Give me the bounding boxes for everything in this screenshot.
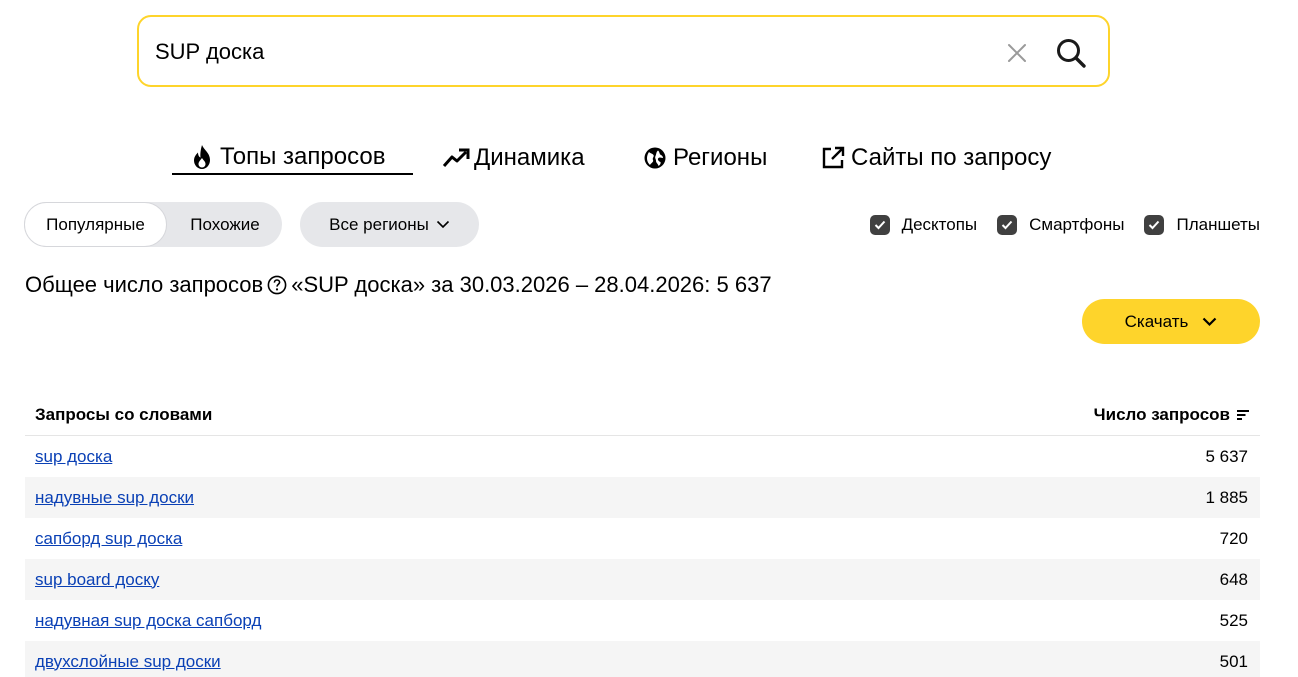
total-value: «SUP доска» за 30.03.2026 – 28.04.2026: … [291,272,772,297]
check-icon [997,215,1018,235]
tab-label: Регионы [673,143,768,171]
queries-table: Запросы со словами Число запросов sup до… [25,394,1260,677]
table-row: сапборд sup доска 720 [25,518,1260,559]
trend-icon [442,144,470,172]
tab-top-queries[interactable]: Топы запросов [172,140,413,175]
chevron-down-icon [436,220,450,229]
tab-label: Топы запросов [220,142,386,170]
device-filters: Десктопы Смартфоны Планшеты [850,214,1260,236]
mode-switch: Популярные Похожие [24,202,282,247]
checkbox-desktops[interactable]: Десктопы [869,215,978,235]
total-prefix: Общее число запросов [25,272,264,297]
similar-button[interactable]: Похожие [172,202,278,247]
column-header-count[interactable]: Число запросов [1094,405,1250,425]
tab-bar: Топы запросов Динамика Регионы Сайты по … [0,140,1298,180]
tab-regions[interactable]: Регионы [641,140,767,175]
table-header: Запросы со словами Число запросов [25,394,1260,436]
download-button[interactable]: Скачать [1082,299,1260,344]
query-count: 648 [1219,569,1248,589]
checkbox-label: Десктопы [901,215,978,234]
tab-sites[interactable]: Сайты по запросу [819,140,1051,175]
fire-icon [188,143,216,171]
region-label: Все регионы [329,214,429,234]
checkbox-label: Смартфоны [1029,215,1125,234]
check-icon [1144,215,1165,235]
search-box [137,15,1110,87]
table-row: двухслойные sup доски 501 [25,641,1260,677]
chevron-down-icon [1202,317,1217,327]
tab-label: Сайты по запросу [851,143,1052,171]
check-icon [869,215,890,235]
query-count: 501 [1219,651,1248,671]
query-link[interactable]: sup board доску [35,570,159,590]
search-input[interactable] [155,37,975,67]
table-row: sup board доску 648 [25,559,1260,600]
popular-button[interactable]: Популярные [24,202,167,247]
help-icon[interactable] [267,275,287,295]
query-count: 525 [1219,610,1248,630]
tab-dynamics[interactable]: Динамика [442,140,585,175]
query-link[interactable]: надувная sup доска сапборд [35,611,261,631]
query-count: 1 885 [1205,487,1248,507]
query-count: 5 637 [1205,446,1248,466]
checkbox-label: Планшеты [1176,215,1260,234]
globe-icon [641,144,669,172]
column-header-query: Запросы со словами [35,404,213,424]
total-queries: Общее число запросов «SUP доска» за 30.0… [25,272,772,298]
region-select[interactable]: Все регионы [300,202,479,247]
query-link[interactable]: двухслойные sup доски [35,652,221,672]
page: Топы запросов Динамика Регионы Сайты по … [0,0,1298,677]
checkbox-smartphones[interactable]: Смартфоны [997,215,1124,235]
external-link-icon [819,144,847,172]
sort-icon [1237,409,1249,420]
search-icon[interactable] [1053,35,1089,71]
query-link[interactable]: сапборд sup доска [35,529,182,549]
table-body: sup доска 5 637 надувные sup доски 1 885… [25,436,1260,677]
table-row: надувные sup доски 1 885 [25,477,1260,518]
close-icon[interactable] [1003,39,1031,67]
query-count: 720 [1219,528,1248,548]
table-row: надувная sup доска сапборд 525 [25,600,1260,641]
table-row: sup доска 5 637 [25,436,1260,477]
checkbox-tablets[interactable]: Планшеты [1144,215,1260,235]
query-link[interactable]: надувные sup доски [35,488,194,508]
tab-label: Динамика [474,143,585,171]
download-label: Скачать [1124,311,1189,331]
query-link[interactable]: sup доска [35,447,112,467]
column-header-label: Число запросов [1093,404,1230,424]
